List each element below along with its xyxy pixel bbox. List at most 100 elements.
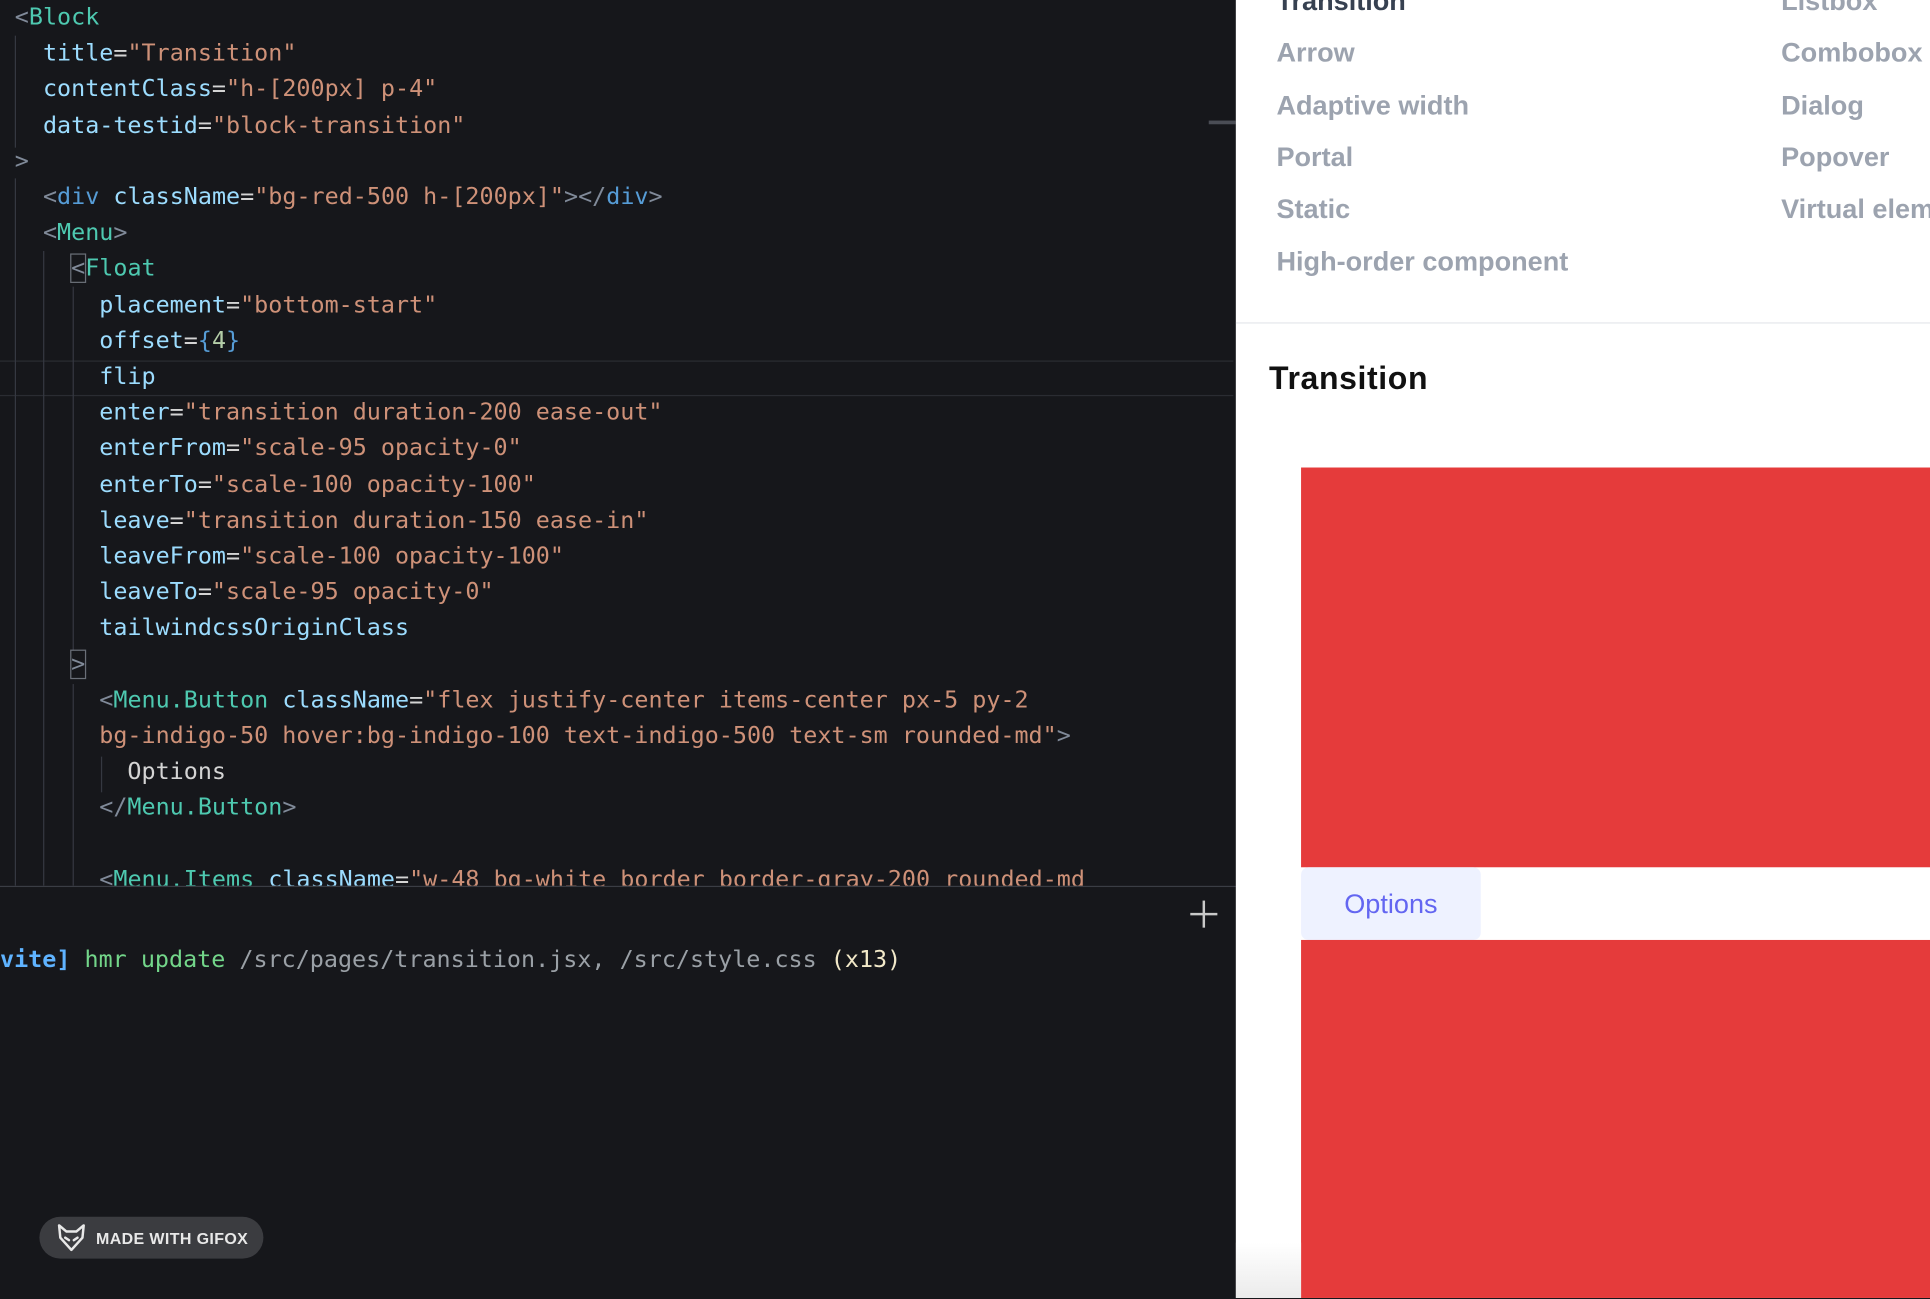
- new-terminal-plus-icon[interactable]: [1189, 899, 1219, 929]
- code-token: enterTo: [99, 470, 198, 498]
- code-line: </Menu.Button>: [15, 790, 297, 826]
- gifox-label: MADE WITH GIFOX: [96, 1228, 249, 1247]
- code-token: =: [183, 327, 198, 355]
- code-line: enterTo="scale-100 opacity-100": [15, 467, 536, 503]
- code-token: contentClass: [42, 75, 212, 103]
- code-token: =: [211, 75, 227, 103]
- code-token: leave: [99, 506, 170, 534]
- code-line: <Float: [15, 251, 156, 287]
- code-token: Menu: [57, 219, 114, 247]
- code-token: =: [409, 686, 424, 714]
- code-token: className: [282, 686, 410, 714]
- code-token: <: [42, 183, 58, 211]
- code-token: "transition duration-200 ease-out": [183, 398, 663, 426]
- code-token: <: [99, 686, 114, 714]
- code-line: enterFrom="scale-95 opacity-0": [15, 431, 522, 467]
- section-divider: [1235, 322, 1930, 324]
- code-token: </: [99, 794, 128, 822]
- code-token: "bottom-start": [240, 291, 438, 319]
- code-editor[interactable]: <Block title="Transition" contentClass="…: [0, 0, 1236, 886]
- code-token: offset: [99, 327, 184, 355]
- bottom-fade: [1235, 1242, 1302, 1298]
- code-token: =: [240, 183, 255, 211]
- code-line: placement="bottom-start": [15, 287, 437, 323]
- options-button[interactable]: Options: [1301, 867, 1481, 940]
- nav-link-high-order-component[interactable]: High-order component: [1276, 245, 1568, 277]
- code-line: contentClass="h-[200px] p-4": [15, 72, 437, 108]
- nav-link-adaptive-width[interactable]: Adaptive width: [1276, 89, 1469, 121]
- terminal-paths: /src/pages/transition.jsx, /src/style.cs…: [239, 946, 817, 974]
- code-line: leave="transition duration-150 ease-in": [15, 503, 649, 539]
- code-token: Menu.Items: [113, 865, 255, 886]
- code-token: "scale-100 opacity-100": [240, 542, 564, 570]
- nav-link-popover[interactable]: Popover: [1781, 141, 1889, 173]
- code-token: className: [268, 865, 395, 886]
- nav-link-static[interactable]: Static: [1276, 193, 1350, 225]
- code-line: <Menu.Items className="w-48 bg-white bor…: [15, 862, 1085, 886]
- code-token: "bg-red-500 h-[200px]": [254, 183, 565, 211]
- code-token: "w-48 bg-white border border-gray-200 ro…: [409, 865, 1085, 886]
- code-token: >: [282, 794, 297, 822]
- code-token: <: [69, 253, 87, 284]
- code-token: Options: [127, 758, 226, 786]
- code-token: div: [57, 183, 100, 211]
- code-token: enter: [99, 398, 170, 426]
- code-line: >: [15, 144, 29, 180]
- nav-link-virtual-elem[interactable]: Virtual elem: [1781, 193, 1930, 225]
- nav-link-listbox[interactable]: Listbox: [1781, 0, 1877, 17]
- terminal-panel[interactable]: vite] hmr update /src/pages/transition.j…: [0, 885, 1236, 1299]
- nav-link-arrow[interactable]: Arrow: [1276, 37, 1354, 69]
- red-block-top: [1301, 467, 1930, 868]
- code-token: leaveFrom: [99, 542, 226, 570]
- code-token: <: [99, 865, 114, 886]
- red-block-bottom: [1301, 939, 1930, 1298]
- code-token: =: [225, 542, 241, 570]
- code-token: Menu.Button: [113, 686, 269, 714]
- code-token: }: [226, 327, 241, 355]
- code-token: =: [197, 578, 212, 606]
- code-token: data-testid: [42, 111, 198, 139]
- code-token: tailwindcssOriginClass: [99, 614, 410, 642]
- code-token: >: [113, 219, 128, 247]
- nav-link-transition[interactable]: Transition: [1276, 0, 1405, 17]
- terminal-output-line: vite] hmr update /src/pages/transition.j…: [0, 944, 901, 976]
- code-line: flip: [15, 359, 156, 395]
- code-line: >: [15, 647, 87, 683]
- nav-link-portal[interactable]: Portal: [1276, 141, 1353, 173]
- code-token: "scale-95 opacity-0": [240, 434, 522, 462]
- minimap-slider[interactable]: [1208, 120, 1236, 125]
- code-token: "transition duration-150 ease-in": [183, 506, 649, 534]
- code-token: "h-[200px] p-4": [226, 75, 438, 103]
- code-token: =: [197, 470, 212, 498]
- code-token: enterFrom: [99, 434, 226, 462]
- code-token: =: [225, 291, 241, 319]
- nav-link-dialog[interactable]: Dialog: [1781, 89, 1864, 121]
- code-token: Block: [28, 3, 100, 31]
- code-token: div: [606, 183, 649, 211]
- code-token: 4: [211, 327, 227, 355]
- code-token: =: [169, 506, 184, 534]
- nav-link-combobox[interactable]: Combobox: [1781, 37, 1922, 69]
- code-token: "flex justify-center items-center px-5 p…: [423, 686, 1029, 714]
- code-line: <div className="bg-red-500 h-[200px]"></…: [15, 180, 663, 216]
